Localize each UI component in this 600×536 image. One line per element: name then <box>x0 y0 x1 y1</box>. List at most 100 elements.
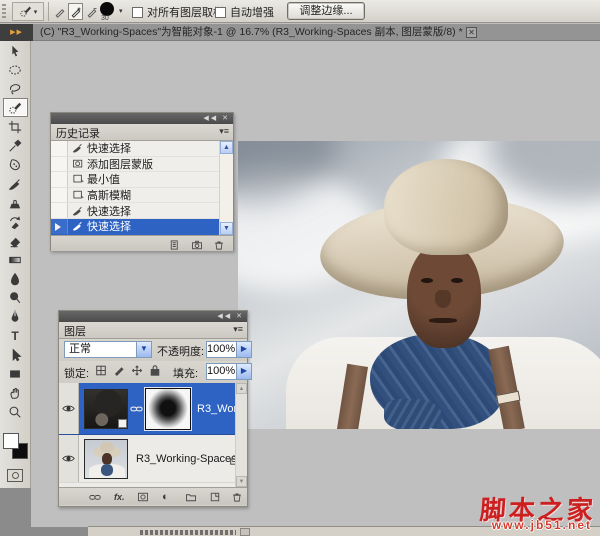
clone-stamp-tool[interactable] <box>3 193 28 212</box>
type-tool[interactable]: T <box>3 326 28 345</box>
move-tool[interactable] <box>3 41 28 60</box>
layer-row-selected[interactable]: R3_Wor... <box>59 383 247 435</box>
new-document-from-state-icon[interactable] <box>169 238 181 256</box>
layers-panel-header[interactable]: ◀◀ ✕ <box>59 311 247 322</box>
history-item-label: 添加图层蒙版 <box>87 156 153 172</box>
tab-history[interactable]: 历史记录 <box>56 125 100 141</box>
scroll-up-button[interactable]: ▲ <box>236 383 247 394</box>
quick-select-icon <box>68 220 87 232</box>
brush-tool[interactable] <box>3 174 28 193</box>
canvas-image[interactable] <box>238 141 600 429</box>
status-text-fragment <box>140 530 236 535</box>
history-source-checkbox[interactable] <box>51 141 68 156</box>
blend-mode-select[interactable]: 正常 ▼ <box>64 341 152 358</box>
options-bar-grip[interactable] <box>2 4 6 19</box>
layer-style-icon[interactable]: fx. <box>114 492 125 502</box>
panel-menu-icon[interactable]: ▾≡ <box>219 126 229 137</box>
lock-pixels-icon[interactable] <box>113 364 125 377</box>
path-selection-tool[interactable] <box>3 345 28 364</box>
layer-mask-thumbnail[interactable] <box>145 388 191 430</box>
fill-value: 100% <box>207 365 235 377</box>
quick-mask-button[interactable] <box>7 469 23 482</box>
chevron-down-icon[interactable]: ▼ <box>136 342 151 357</box>
panel-close-icon[interactable]: ✕ <box>236 313 244 320</box>
lock-transparency-icon[interactable] <box>95 364 107 377</box>
refine-edge-button[interactable]: 调整边缘... <box>287 2 365 20</box>
history-panel-header[interactable]: ◀◀ ✕ <box>51 113 233 124</box>
panel-collapse-icon[interactable]: ◀◀ <box>203 115 218 122</box>
scroll-down-button[interactable]: ▼ <box>236 476 247 487</box>
scroll-down-button[interactable]: ▼ <box>220 222 233 235</box>
lasso-tool[interactable] <box>3 79 28 98</box>
marquee-tool[interactable] <box>3 60 28 79</box>
lock-all-icon[interactable] <box>149 364 161 377</box>
history-source-checkbox[interactable] <box>51 188 68 203</box>
gradient-tool[interactable] <box>3 250 28 269</box>
tab-layers[interactable]: 图层 <box>64 323 86 339</box>
zoom-tool[interactable] <box>3 402 28 421</box>
delete-layer-icon[interactable] <box>231 490 243 508</box>
history-source-checkbox[interactable] <box>51 157 68 172</box>
blur-tool[interactable] <box>3 269 28 288</box>
panel-menu-icon[interactable]: ▾≡ <box>233 324 243 335</box>
panel-close-icon[interactable]: ✕ <box>222 115 230 122</box>
fill-field[interactable]: 100% ▶ <box>206 363 252 380</box>
subtract-from-selection-mode-button[interactable] <box>84 3 99 20</box>
dock-collapse-button[interactable]: ▶▶ <box>0 24 33 41</box>
mask-link-icon[interactable] <box>130 400 143 418</box>
crop-tool[interactable] <box>3 117 28 136</box>
layer-row[interactable]: R3_Working-Spaces <box>59 435 247 483</box>
sample-all-layers-checkbox[interactable]: 对所有图层取样 <box>132 4 224 20</box>
scroll-up-button[interactable]: ▲ <box>220 141 233 154</box>
delete-state-icon[interactable] <box>213 238 225 256</box>
layer-thumbnail[interactable] <box>84 389 128 429</box>
opacity-field[interactable]: 100% ▶ <box>206 341 252 358</box>
eyedropper-tool[interactable] <box>3 136 28 155</box>
foreground-color-swatch[interactable] <box>3 433 19 449</box>
history-item[interactable]: 快速选择 <box>51 141 233 157</box>
status-bar-button[interactable] <box>240 528 250 536</box>
layers-scrollbar[interactable]: ▲ ▼ <box>235 383 247 487</box>
auto-enhance-checkbox[interactable]: 自动增强 <box>215 4 274 20</box>
new-selection-mode-button[interactable] <box>52 3 67 20</box>
layer-thumbnail[interactable] <box>84 439 128 479</box>
layer-visibility-toggle[interactable] <box>59 435 79 482</box>
checkbox-icon[interactable] <box>132 7 143 18</box>
quick-selection-tool[interactable] <box>3 98 28 117</box>
history-item[interactable]: 添加图层蒙版 <box>51 157 233 173</box>
dodge-tool[interactable] <box>3 288 28 307</box>
quick-selection-preset-button[interactable]: ▾ <box>12 2 44 21</box>
history-item-selected[interactable]: 快速选择 <box>51 219 233 235</box>
history-brush-tool[interactable] <box>3 212 28 231</box>
history-item[interactable]: 最小值 <box>51 172 233 188</box>
add-to-selection-mode-button[interactable] <box>68 3 83 20</box>
history-state-marker[interactable] <box>55 223 61 231</box>
new-layer-icon[interactable] <box>209 490 221 508</box>
lock-position-icon[interactable] <box>131 364 143 377</box>
history-source-checkbox[interactable] <box>51 203 68 218</box>
panel-collapse-icon[interactable]: ◀◀ <box>217 313 232 320</box>
brush-picker-arrow-icon[interactable]: ▾ <box>119 7 123 15</box>
history-item[interactable]: 快速选择 <box>51 203 233 219</box>
checkbox-icon[interactable] <box>215 7 226 18</box>
pen-tool[interactable] <box>3 307 28 326</box>
brush-size-preview[interactable] <box>100 2 114 16</box>
hand-tool[interactable] <box>3 383 28 402</box>
new-snapshot-icon[interactable] <box>191 238 203 256</box>
spot-healing-tool[interactable] <box>3 155 28 174</box>
history-source-checkbox[interactable] <box>51 172 68 187</box>
slider-arrow-icon[interactable]: ▶ <box>236 342 251 357</box>
history-source-checkbox[interactable] <box>51 219 68 234</box>
slider-arrow-icon[interactable]: ▶ <box>236 364 251 379</box>
shape-tool[interactable] <box>3 364 28 383</box>
layer-visibility-toggle[interactable] <box>59 383 79 434</box>
adjustment-layer-icon[interactable]: ◐ <box>162 491 169 503</box>
document-close-button[interactable]: ✕ <box>466 27 477 38</box>
link-layers-icon[interactable] <box>89 490 101 508</box>
add-mask-icon[interactable] <box>137 490 149 508</box>
eraser-tool[interactable] <box>3 231 28 250</box>
history-scrollbar[interactable]: ▲ ▼ <box>219 141 233 235</box>
layer-name[interactable]: R3_Working-Spaces <box>136 453 237 465</box>
history-item[interactable]: 高斯模糊 <box>51 188 233 204</box>
new-group-icon[interactable] <box>185 490 197 508</box>
